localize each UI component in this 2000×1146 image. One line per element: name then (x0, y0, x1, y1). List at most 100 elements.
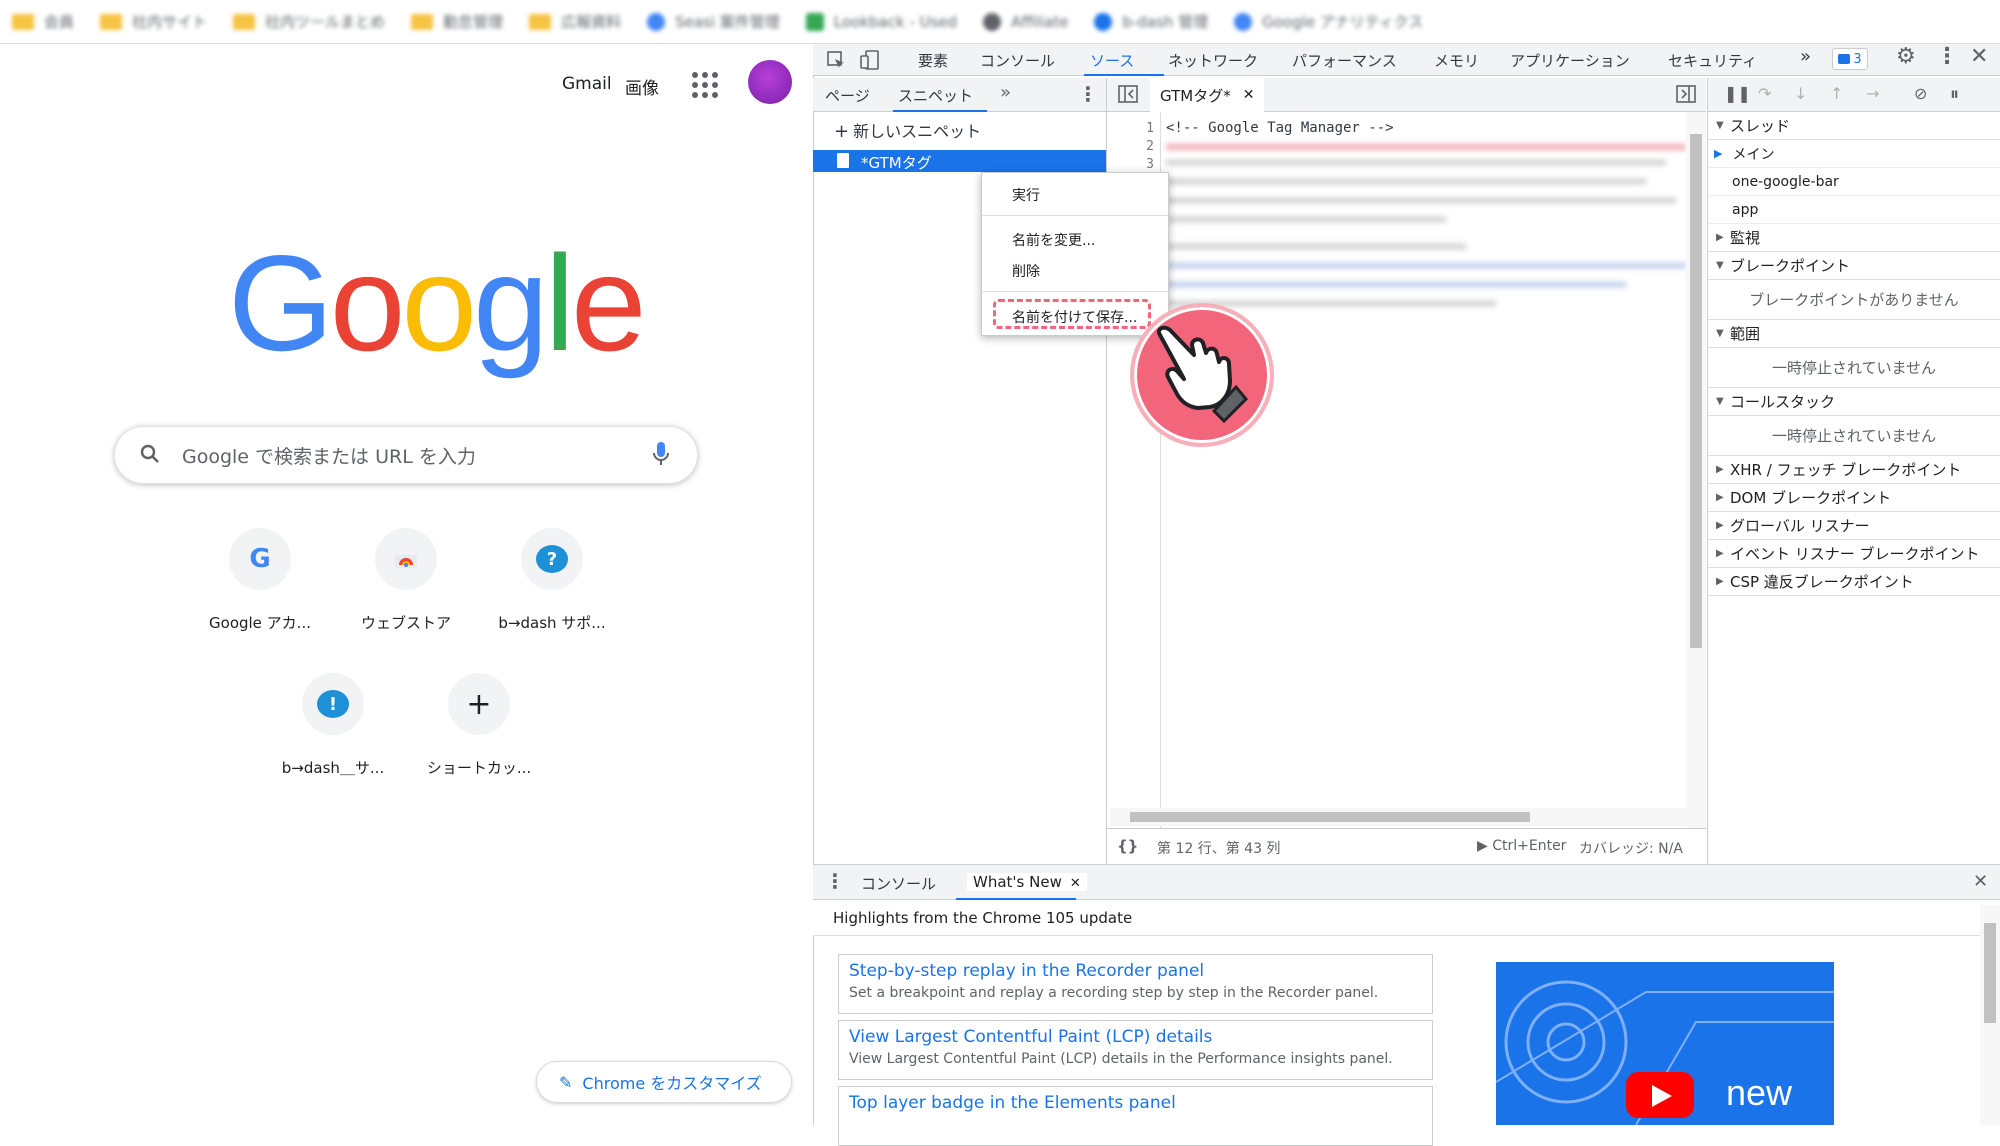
new-snippet-button[interactable]: + 新しいスニペット (834, 118, 981, 142)
bookmark[interactable]: Google アナリティクス (1234, 7, 1423, 37)
thread-main[interactable]: ▶ メイン (1708, 140, 2000, 168)
bookmark[interactable]: Lookback - Used (805, 7, 957, 37)
step-icon[interactable]: → (1866, 84, 1879, 103)
kebab-menu-icon[interactable]: ⋮ (825, 869, 845, 893)
bookmark[interactable]: 社内サイト (100, 7, 207, 37)
chevron-right-icon: ▶ (1716, 548, 1724, 559)
images-link[interactable]: 画像 (625, 74, 659, 99)
section-scope[interactable]: ▼ 範囲 (1708, 320, 2000, 348)
editor-tab-gtm[interactable]: GTMタグ* ✕ (1150, 78, 1265, 112)
bookmark[interactable]: Affiliate (983, 7, 1068, 37)
shortcut-add[interactable]: + ショートカッ... (409, 673, 549, 778)
folder-icon (100, 13, 123, 30)
scrollbar-thumb[interactable] (1690, 134, 1702, 648)
shortcut-bdash[interactable]: ! b→dash＿サ... (263, 673, 403, 778)
close-drawer-icon[interactable]: ✕ (1973, 871, 1988, 892)
section-xhr-breakpoints[interactable]: ▶ XHR / フェッチ ブレークポイント (1708, 456, 2000, 484)
gmail-link[interactable]: Gmail (562, 74, 612, 94)
section-call-stack[interactable]: ▼ コールスタック (1708, 388, 2000, 416)
menu-run[interactable]: 実行 (1012, 185, 1040, 205)
section-csp-breakpoints[interactable]: ▶ CSP 違反ブレークポイント (1708, 568, 2000, 596)
shortcut-webstore[interactable]: ウェブストア (336, 528, 476, 633)
tab-application[interactable]: アプリケーション (1510, 50, 1630, 71)
step-over-icon[interactable]: ↷ (1758, 84, 1771, 103)
tab-console[interactable]: コンソール (980, 50, 1055, 71)
step-out-icon[interactable]: ↑ (1830, 84, 1843, 103)
close-icon[interactable]: ✕ (1243, 87, 1255, 103)
tab-snippets[interactable]: スニペット (898, 85, 973, 106)
drawer-tab-whats-new[interactable]: What's New ✕ (967, 873, 1087, 891)
feature-card[interactable]: View Largest Contentful Paint (LCP) deta… (838, 1020, 1433, 1080)
customize-chrome-button[interactable]: ✎ Chrome をカスタマイズ (536, 1061, 792, 1103)
feature-card[interactable]: Step-by-step replay in the Recorder pane… (838, 954, 1433, 1014)
bdash-icon: ! (302, 673, 364, 735)
thread-one-google-bar[interactable]: one-google-bar (1708, 168, 2000, 196)
bookmark[interactable]: 会員 (12, 7, 74, 37)
scrollbar-thumb[interactable] (1984, 923, 1996, 1023)
tab-performance[interactable]: パフォーマンス (1292, 50, 1397, 71)
tab-security[interactable]: セキュリティ (1668, 50, 1757, 71)
drawer-tab-console[interactable]: コンソール (861, 873, 936, 894)
bookmark[interactable]: b-dash 管理 (1094, 7, 1208, 37)
section-event-listener-breakpoints[interactable]: ▶ イベント リスナー ブレークポイント (1708, 540, 2000, 568)
section-dom-breakpoints[interactable]: ▶ DOM ブレークポイント (1708, 484, 2000, 512)
toggle-debugger-icon[interactable] (1676, 85, 1696, 103)
kebab-menu-icon[interactable]: ⋮ (1078, 82, 1098, 106)
avatar[interactable] (748, 60, 792, 104)
pause-icon[interactable]: ❚❚ (1724, 84, 1751, 103)
tab-memory[interactable]: メモリ (1434, 50, 1479, 71)
bookmark[interactable]: 広報資料 (529, 7, 621, 37)
close-icon[interactable]: ✕ (1070, 876, 1081, 891)
section-global-listeners[interactable]: ▶ グローバル リスナー (1708, 512, 2000, 540)
tab-page[interactable]: ページ (825, 85, 870, 106)
issues-badge[interactable]: 3 (1832, 48, 1868, 70)
bdash-icon: ? (521, 528, 583, 590)
apps-grid-icon[interactable] (692, 72, 718, 98)
microphone-icon[interactable] (650, 440, 672, 468)
scrollbar-thumb[interactable] (1130, 812, 1530, 822)
settings-gear-icon[interactable]: ⚙ (1896, 44, 1916, 69)
kebab-menu-icon[interactable]: ⋮ (1936, 44, 1958, 69)
shortcut-bdash-support[interactable]: ? b→dash サポ... (482, 528, 622, 633)
search-input[interactable]: Google で検索または URL を入力 (182, 442, 476, 469)
thread-app[interactable]: app (1708, 196, 2000, 224)
menu-rename[interactable]: 名前を変更... (1012, 230, 1095, 250)
chevron-right-icon: ▶ (1716, 520, 1724, 531)
horizontal-scrollbar[interactable] (1110, 808, 1686, 826)
step-into-icon[interactable]: ↓ (1794, 84, 1807, 103)
snippet-file-item[interactable]: *GTMタグ (813, 150, 1106, 172)
vertical-scrollbar[interactable] (1980, 905, 2000, 1125)
section-watch[interactable]: ▶ 監視 (1708, 224, 2000, 252)
inspect-element-icon[interactable] (826, 50, 846, 70)
bookmark[interactable]: Seasi 案件管理 (647, 7, 780, 37)
deactivate-breakpoints-icon[interactable]: ⊘ (1914, 84, 1927, 103)
code-line[interactable]: <!-- Google Tag Manager --> (1166, 120, 1394, 136)
pretty-print-icon[interactable]: {} (1117, 837, 1138, 855)
more-tabs-button[interactable]: » (1000, 82, 1011, 103)
feature-card[interactable]: Top layer badge in the Elements panel (838, 1086, 1433, 1146)
tab-network[interactable]: ネットワーク (1168, 50, 1258, 71)
youtube-play-icon[interactable] (1626, 1072, 1694, 1118)
site-icon (805, 12, 824, 31)
shortcut-google-account[interactable]: G Google アカ... (190, 528, 330, 633)
device-toolbar-icon[interactable] (860, 50, 880, 70)
video-thumbnail[interactable]: new (1496, 962, 1834, 1125)
chevron-right-icon: ▶ (1716, 492, 1724, 503)
vertical-scrollbar[interactable] (1686, 112, 1706, 828)
more-tabs-button[interactable]: » (1800, 46, 1811, 67)
chevron-down-icon: ▼ (1716, 260, 1724, 271)
tab-elements[interactable]: 要素 (918, 50, 948, 71)
bookmark[interactable]: 勤怠管理 (411, 7, 503, 37)
section-breakpoints[interactable]: ▼ ブレークポイント (1708, 252, 2000, 280)
menu-delete[interactable]: 削除 (1012, 261, 1040, 281)
toggle-navigator-icon[interactable] (1118, 85, 1138, 103)
section-threads[interactable]: ▼ スレッド (1708, 112, 2000, 140)
active-tab-indicator (893, 110, 987, 112)
logo-letter: l (544, 227, 575, 379)
close-icon[interactable]: ✕ (1970, 44, 1988, 69)
tab-sources[interactable]: ソース (1090, 50, 1134, 71)
active-tab-indicator (1084, 74, 1164, 76)
run-button[interactable]: ▶ Ctrl+Enter (1477, 838, 1566, 854)
bookmark[interactable]: 社内ツールまとめ (233, 7, 385, 37)
pause-on-exceptions-icon[interactable]: ⏸ (1950, 84, 1959, 105)
